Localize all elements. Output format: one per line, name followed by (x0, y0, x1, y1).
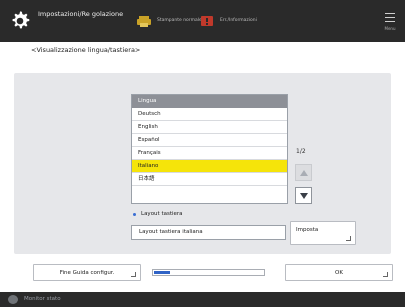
top-bar: Impostazioni/Re golazione Stampante norm… (0, 0, 405, 42)
ok-button[interactable]: OK (285, 264, 393, 281)
language-item-deutsch[interactable]: Deutsch (132, 108, 287, 121)
keyboard-layout-field: Layout tastiera italiana (131, 225, 286, 240)
menu-button[interactable]: Menu (381, 9, 399, 35)
page-title: <Visualizzazione lingua/tastiera> (31, 46, 141, 54)
printer-status[interactable]: Stampante normale (137, 13, 207, 29)
corner-arrow-icon (383, 272, 388, 277)
finish-setup-guide-label: Fine Guida configur. (59, 270, 115, 276)
language-item-francais[interactable]: Français (132, 147, 287, 160)
finish-setup-guide-button[interactable]: Fine Guida configur. (33, 264, 141, 281)
scroll-down-button[interactable] (295, 187, 312, 204)
language-item-espanol[interactable]: Español (132, 134, 287, 147)
app-title: Impostazioni/Re golazione (38, 10, 124, 18)
status-monitor-label[interactable]: Monitor stato (24, 296, 61, 302)
language-list-header: Lingua (132, 95, 287, 108)
language-list: Lingua Deutsch English Español Français … (131, 94, 288, 204)
ok-button-label: OK (335, 270, 343, 276)
set-keyboard-button-label: Imposta (296, 227, 319, 233)
bullet-icon (133, 212, 136, 216)
language-item-japanese[interactable]: 日本語 (132, 173, 287, 186)
language-item-italiano[interactable]: Italiano (132, 160, 287, 173)
set-keyboard-button[interactable]: Imposta (290, 221, 356, 245)
error-status-label: Err./Informazioni (220, 18, 257, 23)
keyboard-layout-label: Layout tastiera (133, 211, 183, 217)
printer-status-icon (137, 16, 151, 27)
error-info-status[interactable]: Err./Informazioni (200, 13, 270, 29)
menu-label: Menu (384, 26, 396, 31)
scroll-up-button[interactable] (295, 164, 312, 181)
bottom-status-bar: Monitor stato (0, 292, 405, 307)
corner-arrow-icon (131, 272, 136, 277)
settings-gear-icon[interactable] (9, 10, 31, 32)
keyboard-layout-label-text: Layout tastiera (141, 211, 183, 217)
language-item-english[interactable]: English (132, 121, 287, 134)
corner-arrow-icon (346, 236, 351, 241)
error-status-icon (201, 16, 213, 26)
page-indicator: 1/2 (296, 148, 306, 155)
hamburger-menu-icon (385, 13, 395, 22)
status-monitor-icon[interactable] (8, 295, 18, 304)
setup-progress-fill (154, 271, 170, 274)
setup-progress-bar (152, 269, 265, 276)
